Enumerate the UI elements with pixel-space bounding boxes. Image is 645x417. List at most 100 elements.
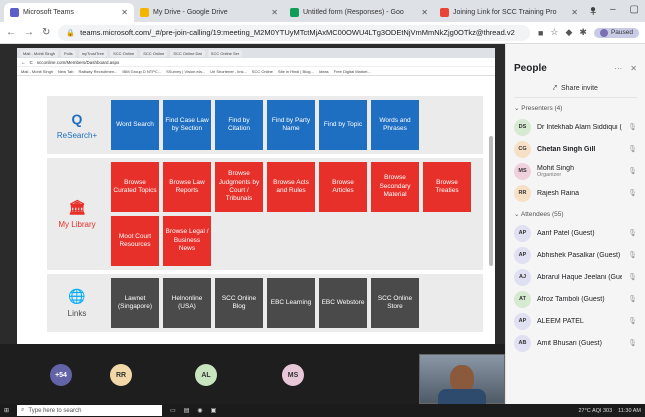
tab-favicon-icon	[440, 8, 449, 17]
teams-icon[interactable]: ▣	[211, 407, 217, 414]
participant-row[interactable]: RR Rajesh Raina 🎙	[514, 182, 637, 204]
participant-name: Aarif Patel (Guest)	[537, 229, 595, 237]
participant-row[interactable]: MS Mohit Singh Organizer 🎙	[514, 160, 637, 182]
people-header: People ··· ✕	[514, 44, 637, 80]
start-icon[interactable]: ⊞	[4, 407, 9, 414]
participant-bubble[interactable]: RR	[110, 364, 132, 386]
participant-bubble[interactable]: +54	[50, 364, 72, 386]
participant-name: Abhishek Pasalkar (Guest)	[537, 251, 621, 259]
row-tiles: Browse Curated Topics Browse Law Reports B…	[107, 158, 483, 270]
star-icon[interactable]: ☆	[550, 27, 558, 38]
participant-row[interactable]: AT Afroz Tamboli (Guest) 🎙	[514, 288, 637, 310]
maximize-button[interactable]: ▢	[630, 4, 639, 15]
participant-row[interactable]: DS Dr Intekhab Alam Siddiqui (... 🎙	[514, 116, 637, 138]
people-controls: ··· ✕	[614, 64, 637, 73]
taskbar-search[interactable]: ⌕ Type here to search	[17, 405, 163, 416]
participant-name: Amit Bhusari (Guest)	[537, 339, 602, 347]
tab-close-icon[interactable]: ✕	[271, 8, 278, 17]
avatar: DS	[514, 118, 531, 136]
share-icon: ⤤	[553, 84, 557, 92]
participant-row[interactable]: AP ALEEM PATEL 🎙	[514, 310, 637, 332]
scc-dashboard: Q ReSearch+ Word Search Find Case Law by Se…	[17, 76, 495, 360]
avatar: CG	[514, 140, 531, 158]
paused-label: Paused	[610, 29, 633, 36]
participant-bubble[interactable]: MS	[282, 364, 304, 386]
participant-name-block: Abrarul Haque Jeelani (Guest)	[537, 274, 622, 281]
participant-video[interactable]	[419, 354, 505, 407]
tab-favicon-icon	[10, 8, 19, 17]
avatar: AT	[514, 290, 531, 308]
chrome-icon[interactable]: ◉	[197, 407, 202, 414]
participant-row[interactable]: AB Amit Bhusari (Guest) 🎙	[514, 332, 637, 354]
participant-row[interactable]: AJ Abrarul Haque Jeelani (Guest) 🎙	[514, 266, 637, 288]
participant-name: Rajesh Raina	[537, 189, 580, 197]
mic-muted-icon: 🎙	[628, 318, 637, 325]
inner-tab-strip: Mail - Mohit Singh Polls myTrustTree SCC On…	[17, 48, 495, 58]
row-icon: 🌐	[68, 288, 86, 304]
profile-paused-button[interactable]: Paused	[593, 27, 639, 38]
mic-muted-icon: 🎙	[628, 340, 637, 347]
tab-close-icon[interactable]: ✕	[571, 8, 578, 17]
inner-bookmark: Url Shortener - link...	[210, 68, 247, 74]
participant-row[interactable]: CG Chetan Singh Gill 🎙	[514, 138, 637, 160]
reload-icon[interactable]: ↻	[42, 27, 50, 38]
participant-name: Afroz Tamboli (Guest)	[537, 295, 605, 303]
dashboard-tile: Browse Judgments by Court / Tribunals	[215, 162, 263, 212]
browser-tab[interactable]: Untitled form (Responses) - Goo ✕	[284, 3, 434, 22]
participant-bubble[interactable]: AL	[195, 364, 217, 386]
dashboard-row: Q ReSearch+ Word Search Find Case Law by Se…	[47, 96, 483, 158]
avatar: AP	[514, 312, 531, 330]
camera-icon[interactable]: ■	[538, 28, 543, 38]
mic-muted-icon: 🎙	[628, 274, 637, 281]
extension-icon[interactable]: ◆	[565, 27, 572, 38]
inner-bookmark: SCC Online	[251, 68, 273, 74]
dashboard-tile: SCC Online Store	[371, 278, 419, 328]
dashboard-tile: EBC Learning	[267, 278, 315, 328]
participant-row[interactable]: AP Abhishek Pasalkar (Guest) 🎙	[514, 244, 637, 266]
inner-tab: Mail - Mohit Singh	[20, 49, 59, 57]
search-icon: ⌕	[21, 407, 25, 413]
presenters-section-label[interactable]: ⌄ Presenters (4)	[514, 104, 637, 112]
task-view-icon[interactable]: ▭	[170, 407, 176, 414]
inner-bookmark: Railway Recruitmen...	[78, 68, 118, 74]
inner-bookmark: New Tab	[58, 68, 74, 74]
tab-label: Microsoft Teams	[23, 9, 74, 16]
inner-tab: Polls	[61, 49, 76, 57]
puzzle-icon[interactable]: ✱	[579, 27, 587, 38]
participant-name-block: Chetan Singh Gill	[537, 146, 622, 153]
participant-role: Organizer	[537, 171, 562, 178]
profile-icon[interactable]: ●	[590, 4, 596, 15]
browser-tab[interactable]: Microsoft Teams ✕	[4, 3, 134, 22]
back-icon[interactable]: ←	[6, 27, 16, 38]
share-invite-label: Share invite	[560, 85, 598, 92]
dashboard-tile: Browse Curated Topics	[111, 162, 159, 212]
minimize-button[interactable]: –	[610, 4, 616, 15]
more-options-icon[interactable]: ···	[614, 64, 622, 73]
close-icon[interactable]: ✕	[630, 64, 637, 73]
dashboard-tile: Browse Articles	[319, 162, 367, 212]
clock: 11:30 AM	[618, 407, 641, 414]
inner-bookmarks-bar: Mail - Mohit Singh New Tab Railway Recruit…	[17, 67, 495, 76]
attendees-section-label[interactable]: ⌄ Attendees (55)	[514, 210, 637, 218]
inner-bookmark: SSurvey | Vision ela...	[166, 68, 206, 74]
participant-name-block: ALEEM PATEL	[537, 318, 622, 325]
avatar: AP	[514, 246, 531, 264]
forward-icon[interactable]: →	[24, 27, 34, 38]
url-field[interactable]: 🔒 teams.microsoft.com/_#/pre-join-callin…	[58, 24, 530, 41]
people-title: People	[514, 62, 547, 74]
tab-close-icon[interactable]: ✕	[121, 8, 128, 17]
avatar: RR	[514, 184, 531, 202]
browser-tab[interactable]: Joining Link for SCC Training Pro ✕	[434, 3, 584, 22]
row-icon: 🏛	[68, 199, 86, 215]
inner-bookmark: Mail - Mohit Singh	[21, 68, 54, 74]
participant-row[interactable]: AP Aarif Patel (Guest) 🎙	[514, 222, 637, 244]
share-invite-button[interactable]: ⤤ Share invite	[514, 80, 637, 98]
tab-close-icon[interactable]: ✕	[421, 8, 428, 17]
dashboard-tile: Find by Party Name	[267, 100, 315, 150]
inner-tab: myTrustTree	[78, 49, 108, 57]
row-label: Q ReSearch+	[47, 96, 107, 154]
browser-tab[interactable]: My Drive - Google Drive ✕	[134, 3, 284, 22]
tab-favicon-icon	[290, 8, 299, 17]
file-explorer-icon[interactable]: ▤	[184, 407, 190, 414]
dashboard-tile: Browse Law Reports	[163, 162, 211, 212]
